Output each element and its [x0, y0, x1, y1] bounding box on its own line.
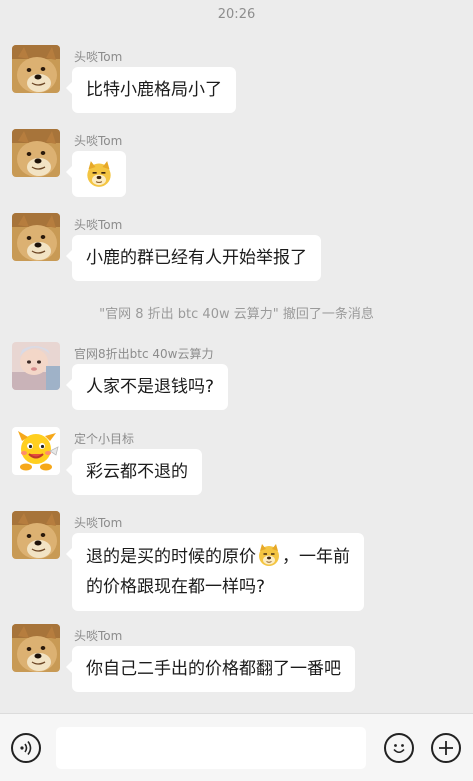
sender-name: 头啖Tom	[74, 50, 123, 64]
smiley-face-icon[interactable]	[384, 733, 414, 763]
doge-avatar-icon[interactable]	[12, 624, 60, 672]
sender-name: 官网8折出btc 40w云算力	[74, 347, 214, 361]
message-text: 退的是买的时候的原价	[86, 547, 256, 567]
plus-icon[interactable]	[431, 733, 461, 763]
message-bubble[interactable]: 退的是买的时候的原价 ，一年前 的价格跟现在都一样吗?	[66, 533, 364, 611]
message-input[interactable]	[56, 727, 366, 769]
message-line: 的价格跟现在都一样吗?	[86, 577, 266, 597]
message-bubble[interactable]: 你自己二手出的价格都翻了一番吧	[66, 646, 355, 692]
doge-avatar-icon[interactable]	[12, 129, 60, 177]
doge-avatar-icon[interactable]	[12, 45, 60, 93]
voice-wave-icon[interactable]	[11, 733, 41, 763]
sticker-bubble[interactable]	[66, 151, 126, 197]
doge-emoji-icon	[85, 160, 113, 188]
yellow-cartoon-avatar-icon[interactable]	[12, 427, 60, 475]
chat-screen: 20:26 头啖Tom 比特小鹿格局小了 头啖Tom 头啖Tom 小鹿的群已经有…	[0, 0, 473, 781]
message-bubble[interactable]: 彩云都不退的	[66, 449, 202, 495]
sender-name: 头啖Tom	[74, 134, 123, 148]
chat-timestamp: 20:26	[217, 7, 256, 22]
doge-emoji-icon	[257, 543, 281, 567]
doge-avatar-icon[interactable]	[12, 213, 60, 261]
message-bubble[interactable]: 人家不是退钱吗?	[65, 364, 229, 410]
message-text: ，一年前	[282, 547, 350, 567]
sender-name: 定个小目标	[74, 432, 135, 446]
sender-name: 头啖Tom	[74, 629, 123, 643]
doge-avatar-icon[interactable]	[12, 511, 60, 559]
sender-name: 头啖Tom	[74, 218, 123, 232]
message-bubble[interactable]: 比特小鹿格局小了	[66, 67, 236, 113]
message-bubble[interactable]: 小鹿的群已经有人开始举报了	[66, 235, 321, 281]
baby-photo-avatar[interactable]	[12, 342, 60, 390]
recall-notice: "官网 8 折出 btc 40w 云算力" 撤回了一条消息	[99, 307, 374, 322]
input-bar	[0, 713, 473, 781]
message-line: 退的是买的时候的原价 ，一年前	[86, 542, 350, 572]
sender-name: 头啖Tom	[74, 516, 123, 530]
